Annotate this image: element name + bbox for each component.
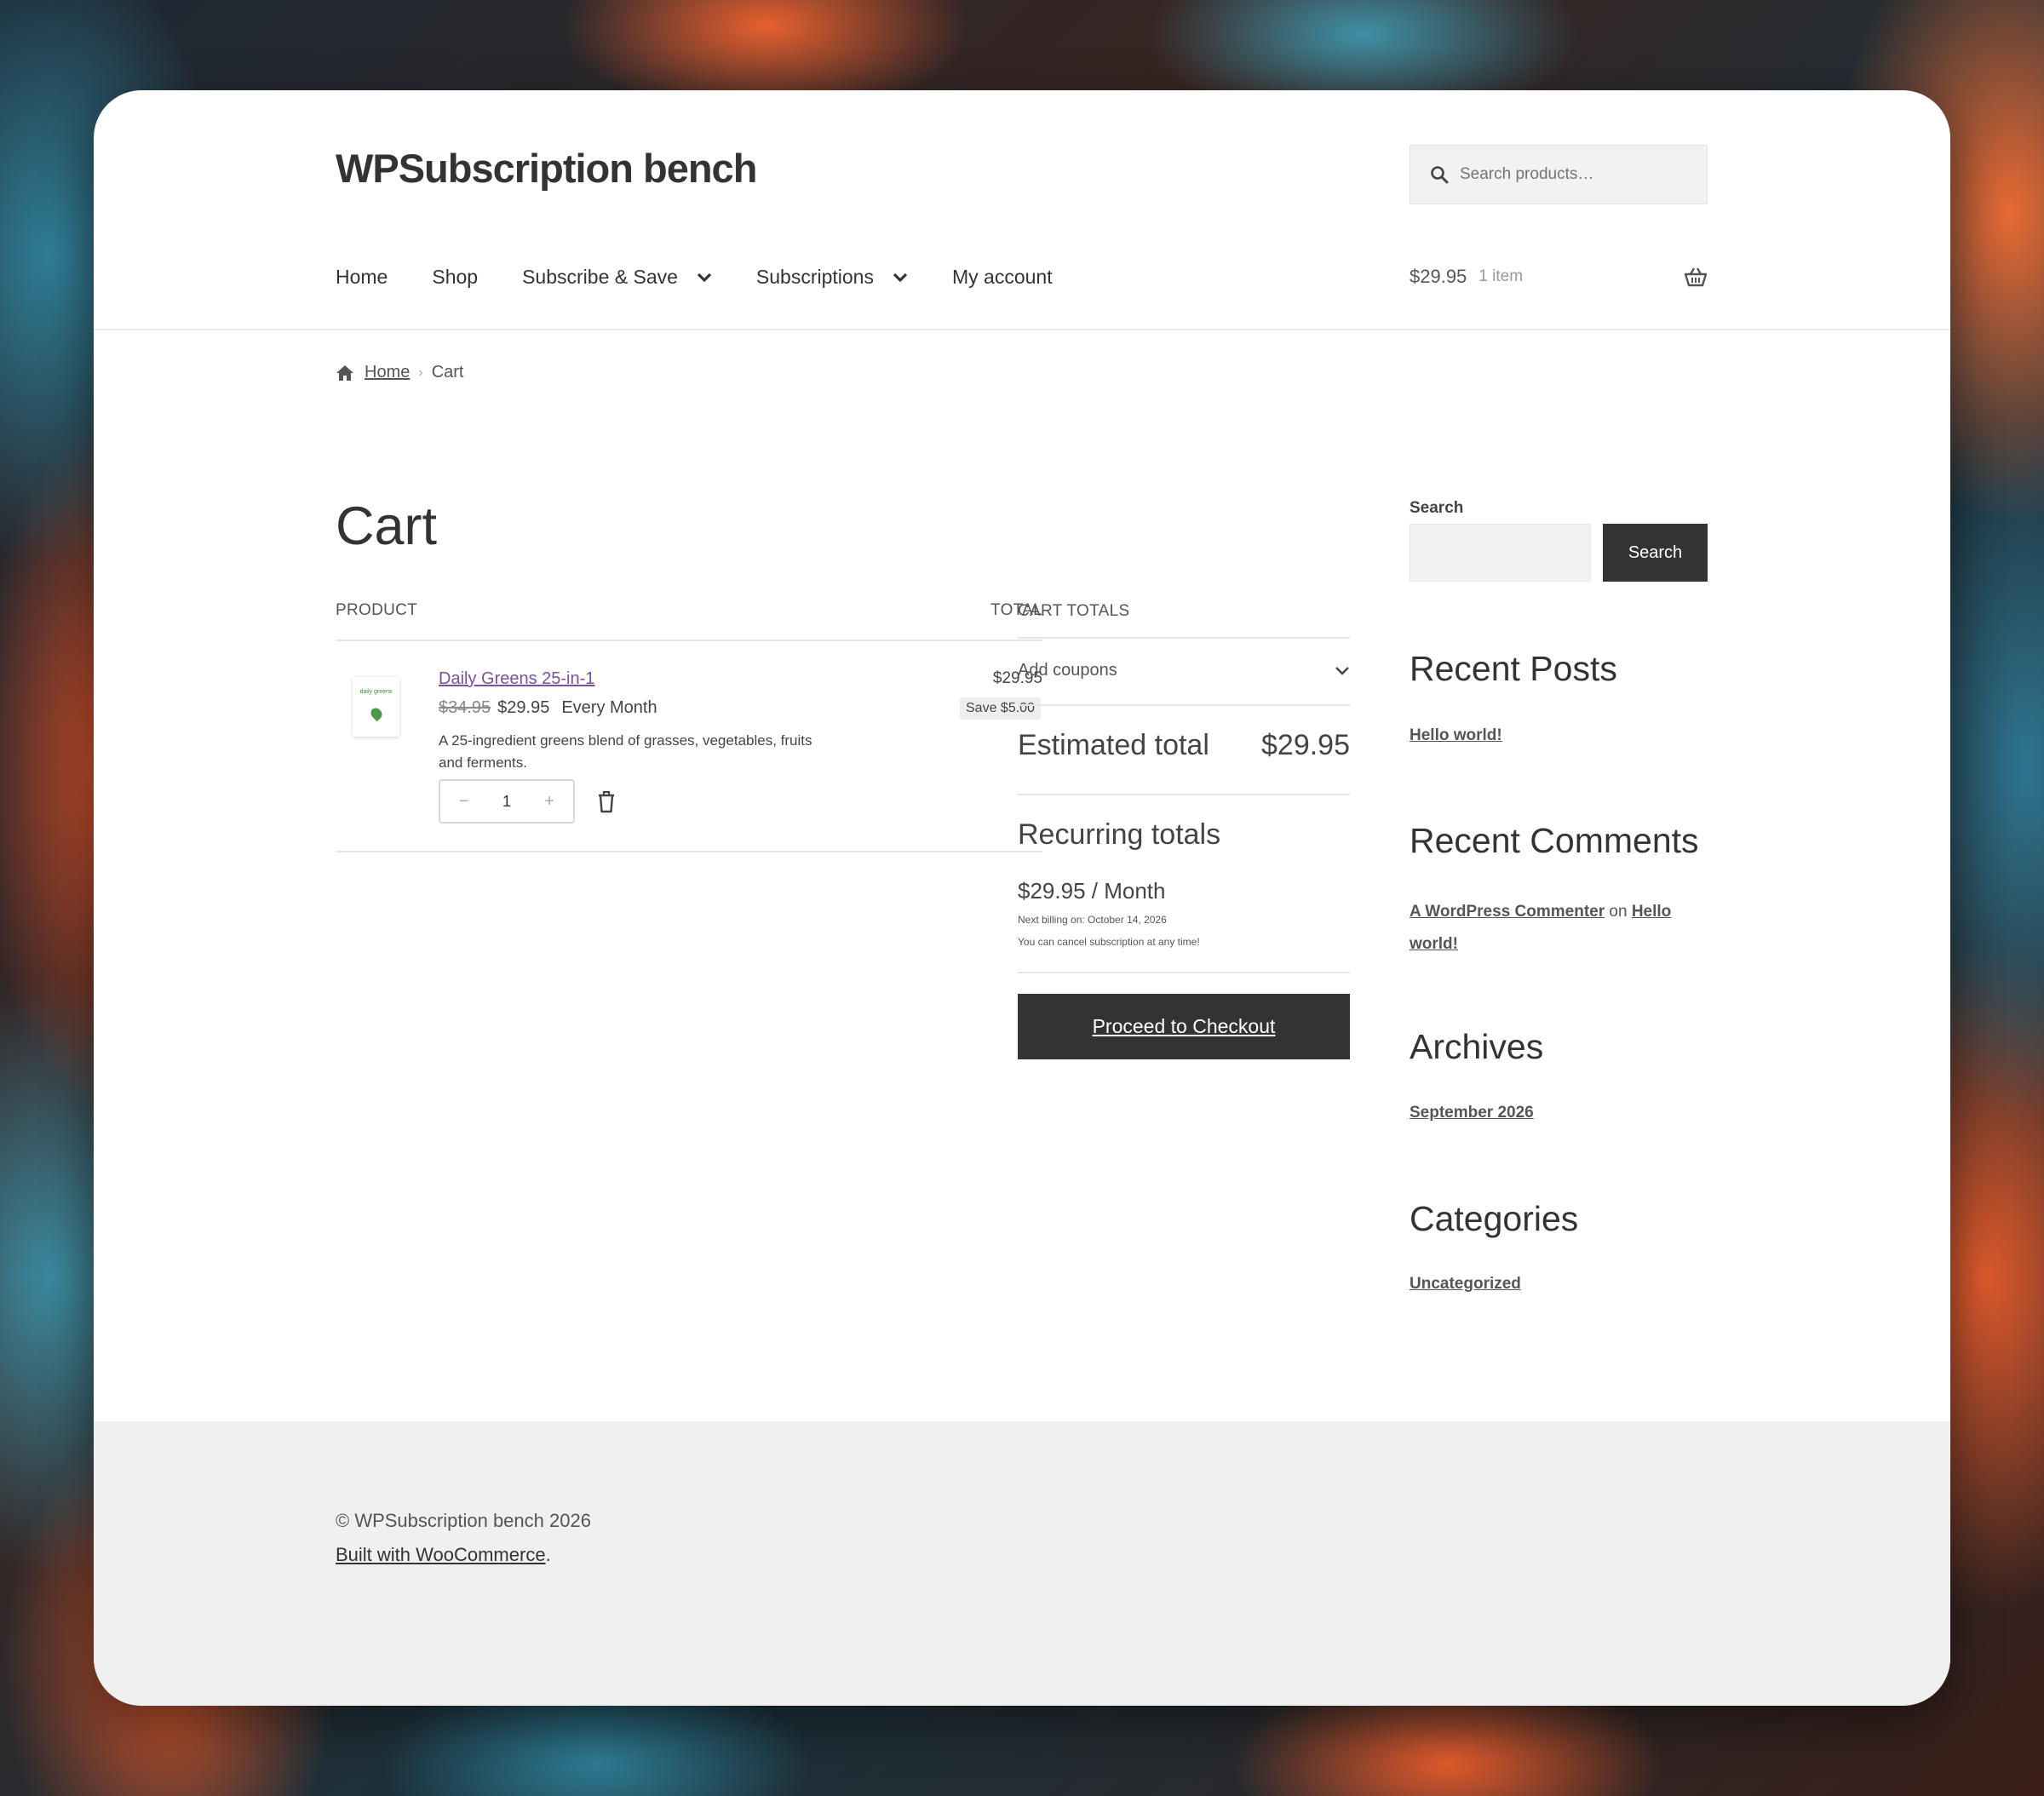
archive-link[interactable]: September 2026 [1410,1104,1534,1122]
breadcrumb-home-link[interactable]: Home [365,363,410,382]
product-thumbnail[interactable]: daily greens [353,677,399,737]
sale-price: $29.95 [497,698,550,717]
nav-subscriptions[interactable]: Subscriptions [756,266,908,289]
totals-rule [1018,972,1350,973]
sidebar-search-input[interactable] [1410,524,1591,582]
next-billing-date: Next billing on: October 14, 2026 [1018,914,1167,926]
billing-period: Every Month [561,698,657,717]
trash-icon[interactable] [596,789,617,813]
page-title: Cart [336,496,438,556]
product-column-header: PRODUCT [336,601,418,619]
built-with-woocommerce-link[interactable]: Built with WooCommerce [336,1544,546,1565]
quantity-increase-button[interactable]: + [544,792,554,812]
product-name-link[interactable]: Daily Greens 25-in-1 [439,669,594,689]
breadcrumb-separator: › [418,364,423,380]
chevron-down-icon [697,273,712,282]
page-card: WPSubscription bench Home Shop Subscribe… [94,90,1950,1706]
quantity-decrease-button[interactable]: − [459,792,469,812]
totals-rule [1018,794,1350,795]
estimated-total-value: $29.95 [1261,729,1350,761]
save-badge: Save $5.00 [960,697,1041,720]
totals-rule [1018,704,1350,706]
sidebar-search-button[interactable]: Search [1603,524,1708,582]
nav-home[interactable]: Home [336,266,388,289]
original-price: $34.95 [439,698,491,717]
product-price-line: $34.95 $29.95 Every Month [439,698,657,718]
nav-shop[interactable]: Shop [432,266,478,289]
basket-icon [1684,267,1708,287]
recurring-totals-heading: Recurring totals [1018,818,1221,851]
comment-on-text: on [1609,903,1628,921]
quantity-stepper[interactable]: − 1 + [439,779,575,823]
recent-post-link[interactable]: Hello world! [1410,726,1502,745]
proceed-to-checkout-button[interactable]: Proceed to Checkout [1018,994,1350,1059]
quantity-value[interactable]: 1 [502,793,511,811]
product-search[interactable] [1410,145,1708,204]
search-products-input[interactable] [1460,165,1698,184]
add-coupons-toggle[interactable]: Add coupons [1018,661,1350,680]
footer-copyright: © WPSubscription bench 2026 [336,1510,591,1531]
comment-author-link[interactable]: A WordPress Commenter [1410,903,1605,921]
nav-subscribe-save[interactable]: Subscribe & Save [522,266,712,289]
mini-cart-amount: $29.95 [1410,266,1467,287]
table-header-rule [336,640,1042,641]
recent-posts-title: Recent Posts [1410,649,1617,688]
site-title[interactable]: WPSubscription bench [336,145,757,192]
archives-title: Archives [1410,1027,1544,1066]
search-icon [1431,166,1449,184]
nav-my-account[interactable]: My account [952,266,1053,289]
sidebar-search-label: Search [1410,499,1464,517]
breadcrumb: Home › Cart [336,363,463,382]
header-divider [94,329,1950,330]
categories-title: Categories [1410,1199,1579,1238]
mini-cart[interactable]: $29.95 1 item [1410,266,1708,288]
recurring-price: $29.95 / Month [1018,878,1166,904]
primary-nav: Home Shop Subscribe & Save Subscriptions… [336,266,1097,289]
breadcrumb-current: Cart [431,363,464,382]
footer-credit: Built with WooCommerce. [336,1544,551,1565]
cart-table-bottom-rule [336,851,1042,852]
recent-comment: A WordPress Commenter on Hello world! [1410,896,1699,961]
cart-totals-heading: CART TOTALS [1018,602,1130,620]
product-description: A 25-ingredient greens blend of grasses,… [439,732,812,771]
home-icon [336,364,353,381]
chevron-down-icon [1335,666,1349,675]
leaf-icon [368,705,385,722]
category-link[interactable]: Uncategorized [1410,1275,1521,1294]
recent-comments-title: Recent Comments [1410,821,1699,860]
mini-cart-count: 1 item [1478,267,1524,285]
cancel-note: You can cancel subscription at any time! [1018,936,1200,948]
chevron-down-icon [893,273,908,282]
totals-rule [1018,637,1350,639]
